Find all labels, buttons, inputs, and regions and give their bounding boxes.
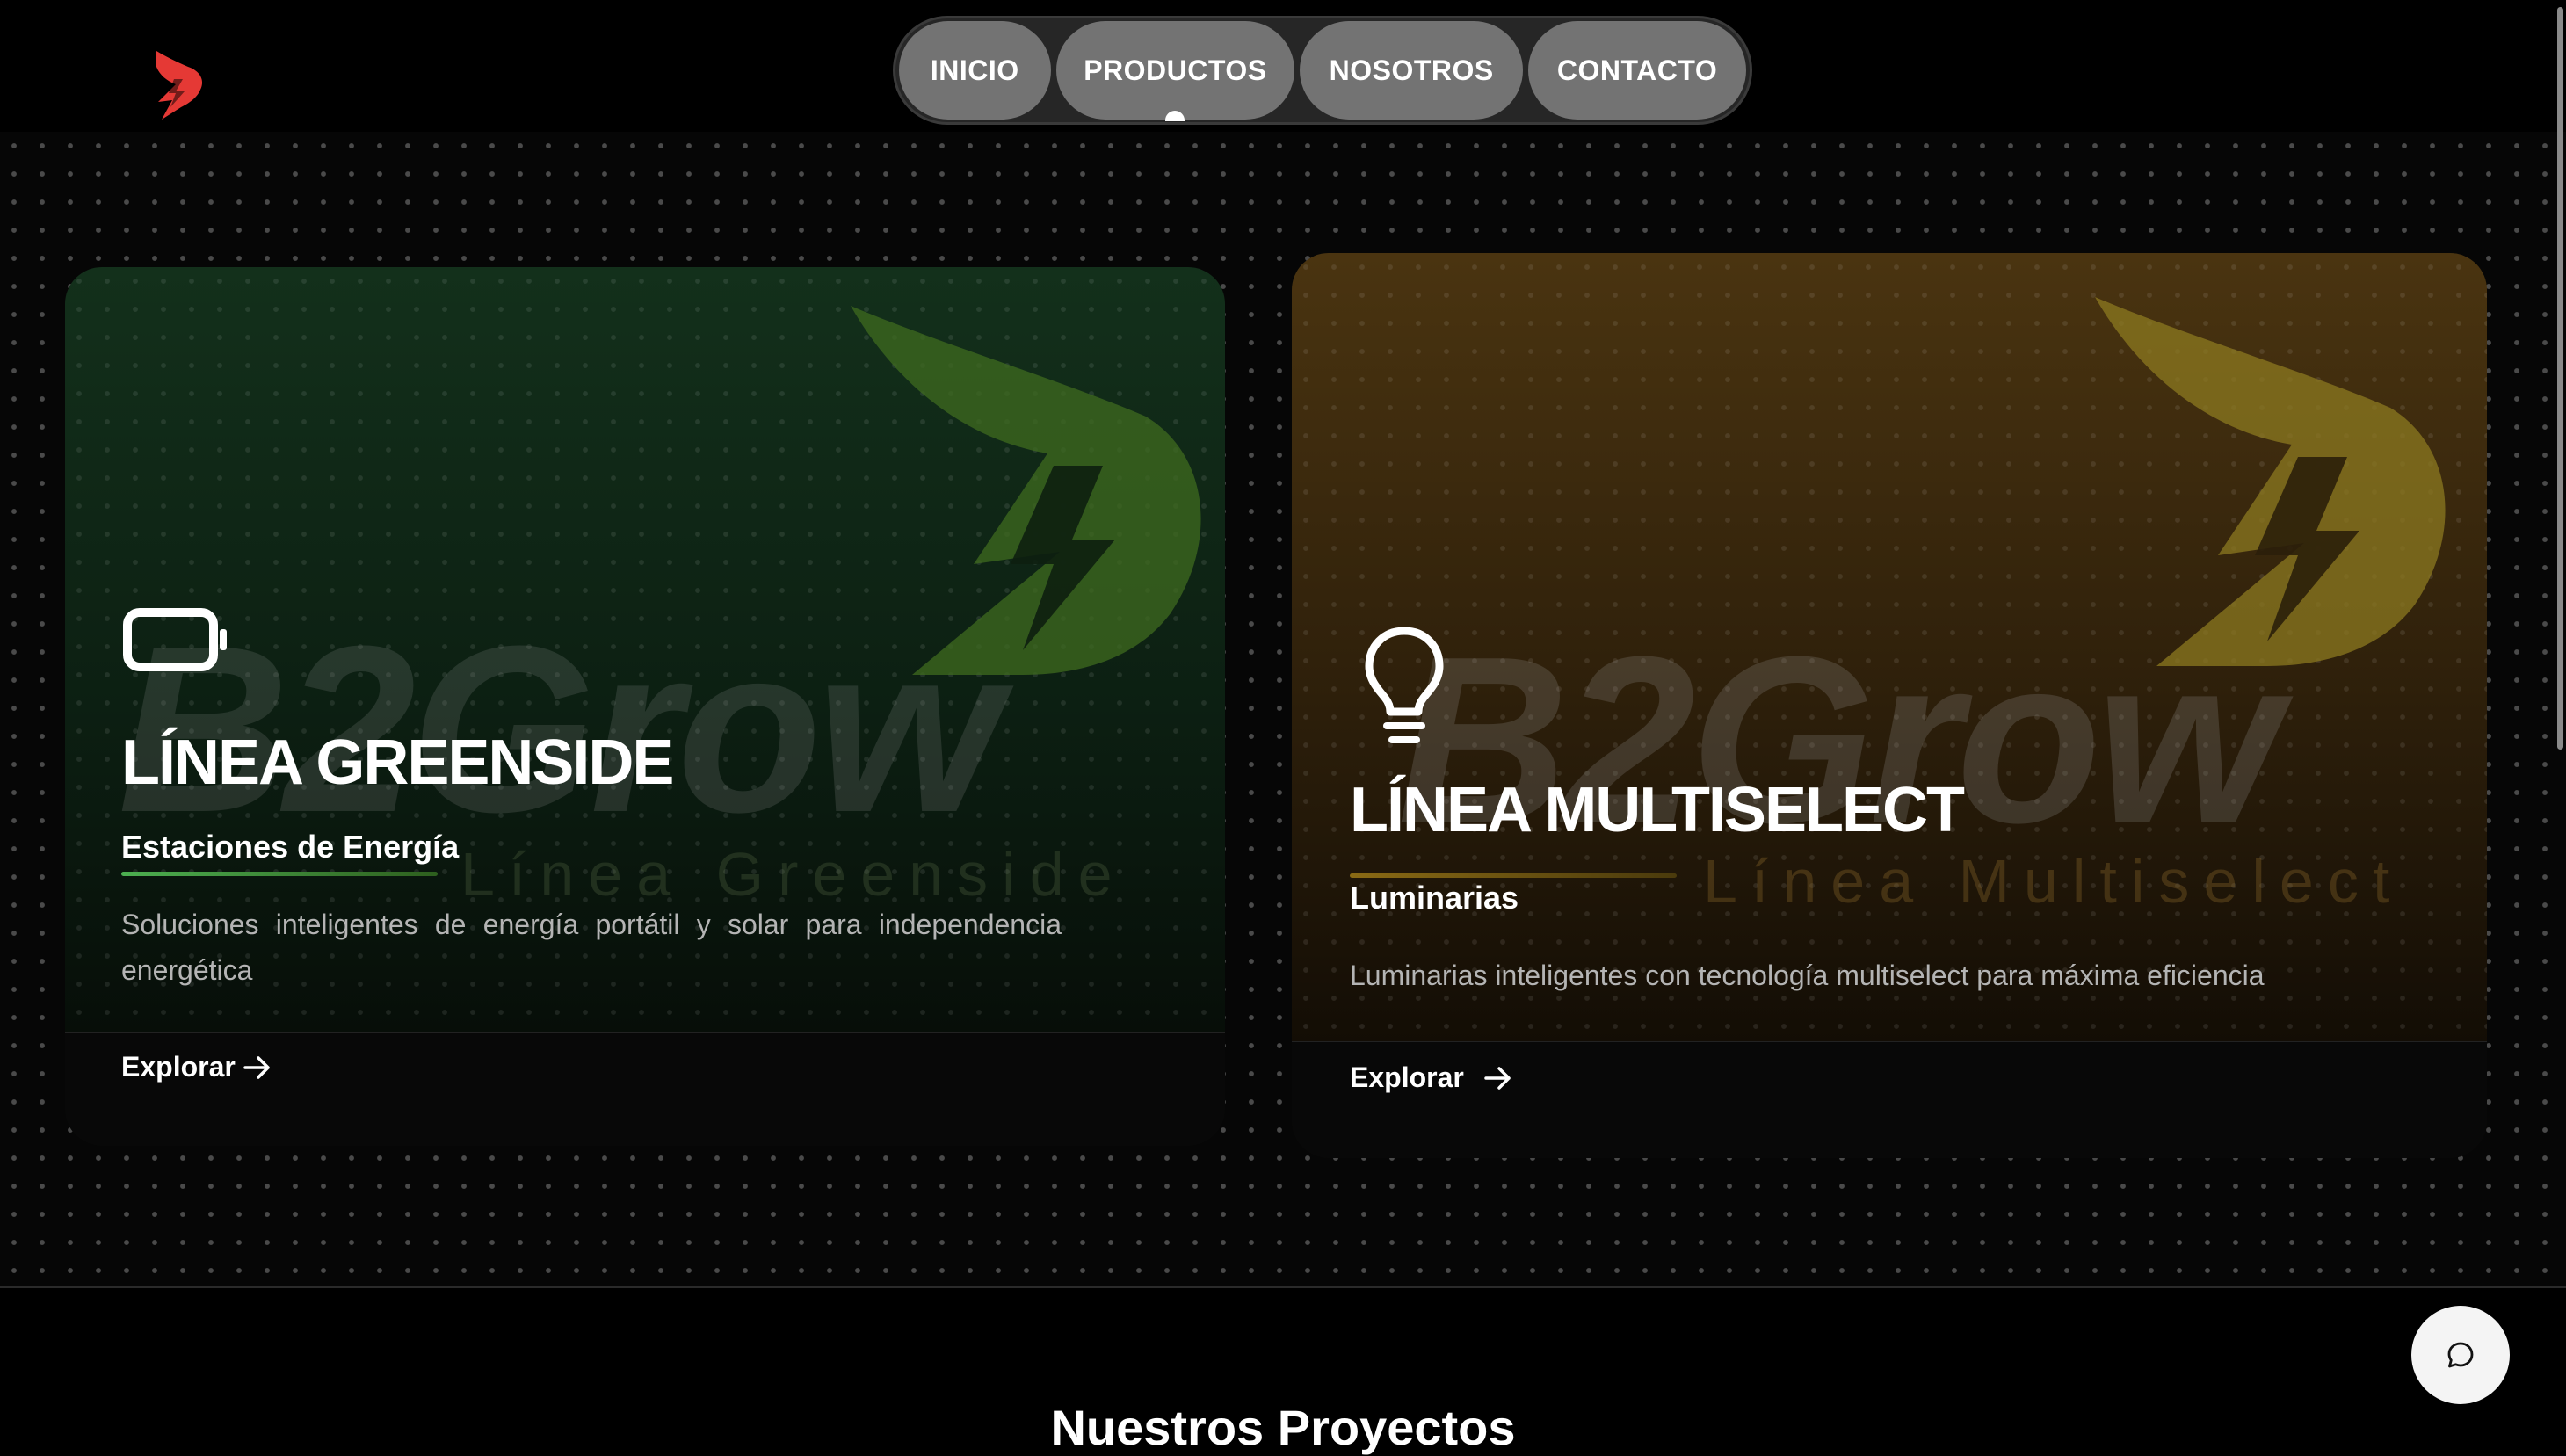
section-title-proyectos: Nuestros Proyectos — [1050, 1400, 1516, 1455]
card-footer — [1292, 1041, 2487, 1158]
page-scrollbar[interactable] — [2554, 0, 2566, 756]
brand-logo[interactable] — [149, 49, 207, 120]
watermark-line: Línea Greenside — [460, 840, 1127, 909]
arrow-right-icon — [1484, 1066, 1511, 1090]
card-subtitle: Estaciones de Energía — [121, 829, 460, 865]
scrollbar-thumb[interactable] — [2557, 7, 2563, 750]
card-footer — [65, 1032, 1225, 1146]
lightbulb-icon — [1365, 627, 1444, 743]
nav-inicio-label: INICIO — [930, 54, 1019, 86]
card-description: Luminarias inteligentes con tecnología m… — [1350, 960, 2265, 991]
card-title: LÍNEA MULTISELECT — [1350, 775, 1965, 845]
nav-inicio[interactable]: INICIO — [899, 21, 1051, 120]
main-nav: INICIO PRODUCTOS NOSOTROS CONTACTO — [893, 16, 1752, 125]
card-description: Soluciones inteligentes de energía portá… — [121, 909, 1062, 986]
arrow-right-icon — [243, 1055, 270, 1079]
card-subtitle: Luminarias — [1350, 880, 1519, 916]
active-indicator — [1165, 111, 1185, 121]
chat-button[interactable] — [2411, 1306, 2510, 1404]
explore-link[interactable]: Explorar — [1350, 1061, 1513, 1094]
nav-nosotros-label: NOSOTROS — [1329, 54, 1494, 86]
nav-productos[interactable]: PRODUCTOS — [1055, 21, 1295, 121]
nav-productos-label: PRODUCTOS — [1084, 54, 1267, 86]
card-title: LÍNEA GREENSIDE — [121, 728, 674, 798]
watermark-line: Línea Multiselect — [1703, 847, 2404, 916]
subtitle-underline — [121, 872, 438, 876]
product-card-multiselect[interactable]: B2Grow Línea Multiselect LÍNEA MULTISELE… — [1292, 253, 2487, 1158]
nav-contacto[interactable]: CONTACTO — [1528, 21, 1747, 120]
chat-bubble-icon — [2447, 1342, 2474, 1368]
nav-contacto-label: CONTACTO — [1556, 54, 1718, 86]
explore-label: Explorar — [1350, 1061, 1464, 1093]
explore-link[interactable]: Explorar — [121, 1051, 272, 1083]
explore-label: Explorar — [121, 1051, 236, 1083]
nav-nosotros[interactable]: NOSOTROS — [1300, 21, 1524, 120]
subtitle-underline — [1350, 873, 1677, 878]
battery-icon — [123, 608, 227, 671]
product-card-greenside[interactable]: B2Grow Línea Greenside LÍNEA GREENSIDE E… — [65, 267, 1225, 1146]
